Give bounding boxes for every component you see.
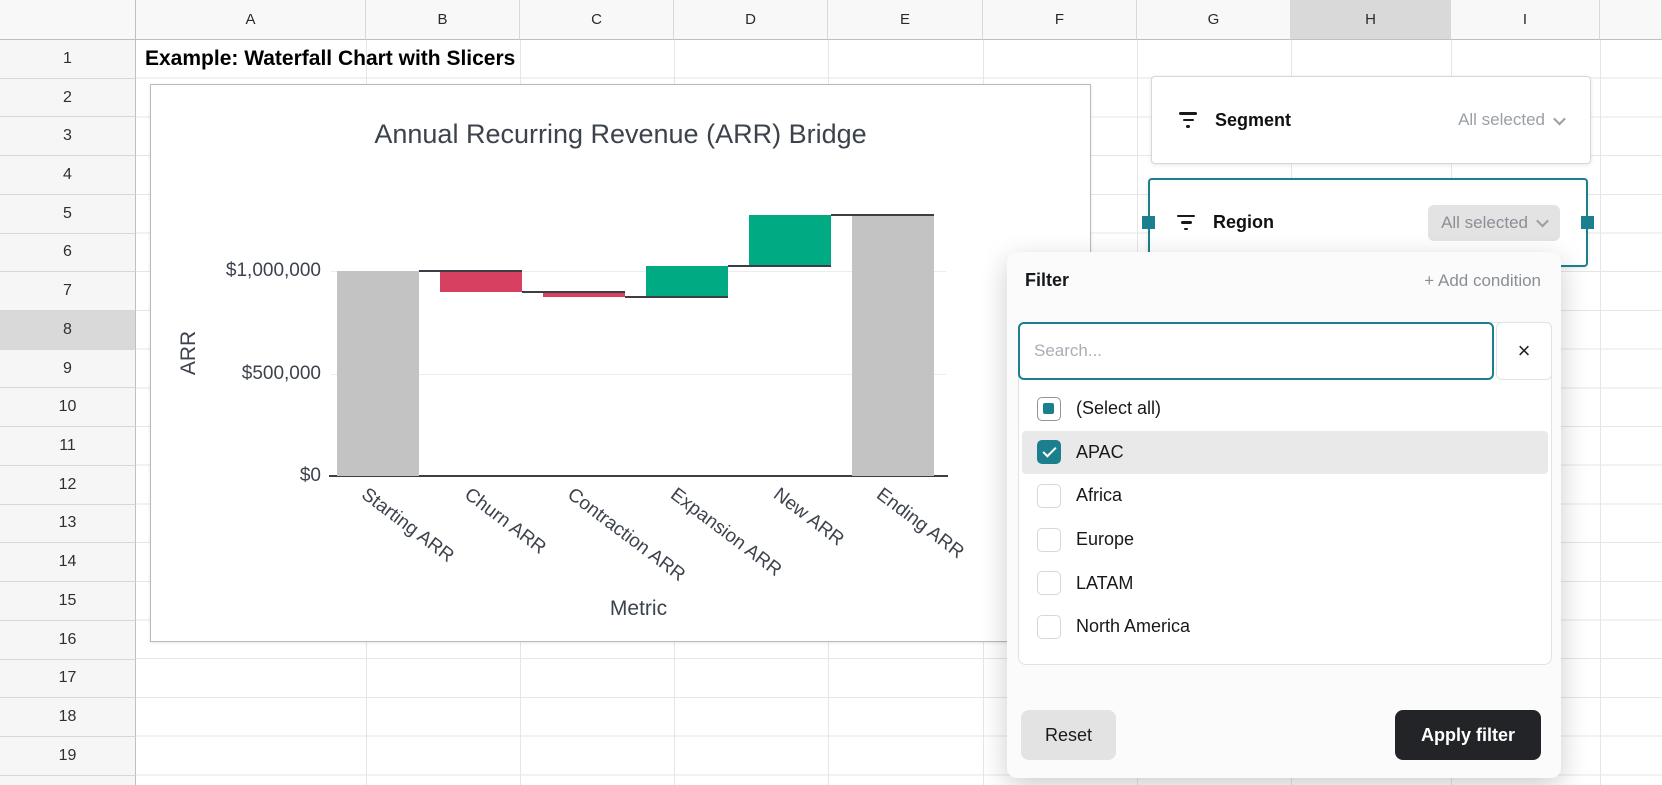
close-icon[interactable]: × [1496, 322, 1552, 380]
checkbox-unchecked[interactable] [1037, 571, 1061, 595]
row-header-4[interactable]: 4 [0, 156, 136, 195]
filter-option-africa[interactable]: Africa [1022, 474, 1548, 518]
slicer-segment[interactable]: Segment All selected [1151, 76, 1591, 164]
row-header-19[interactable]: 19 [0, 737, 136, 776]
sheet-corner[interactable] [0, 0, 136, 40]
row-header-1[interactable]: 1 [0, 40, 136, 79]
apply-filter-button[interactable]: Apply filter [1395, 710, 1541, 760]
y-tick-label: $500,000 [151, 363, 321, 385]
column-header-E[interactable]: E [828, 0, 983, 40]
column-header-F[interactable]: F [983, 0, 1137, 40]
slicer-resize-handle-right[interactable] [1581, 216, 1594, 229]
row-header-10[interactable]: 10 [0, 388, 136, 427]
row-header-6[interactable]: 6 [0, 234, 136, 273]
chevron-down-icon[interactable] [1536, 215, 1549, 228]
column-header-B[interactable]: B [366, 0, 520, 40]
checkbox-unchecked[interactable] [1037, 528, 1061, 552]
x-tick-label: Starting ARR [357, 484, 458, 568]
reset-button[interactable]: Reset [1021, 710, 1116, 760]
column-header-A[interactable]: A [136, 0, 366, 40]
slicer-region-label: Region [1213, 212, 1274, 233]
row-header-5[interactable]: 5 [0, 195, 136, 234]
slicer-region-value: All selected [1441, 213, 1528, 233]
search-input[interactable] [1018, 322, 1494, 380]
row-header-3[interactable]: 3 [0, 117, 136, 156]
slicer-segment-label: Segment [1215, 110, 1291, 131]
filter-option-label: APAC [1076, 442, 1124, 463]
waterfall-bar-total[interactable] [337, 271, 419, 476]
column-header-D[interactable]: D [674, 0, 828, 40]
y-tick-label: $1,000,000 [151, 260, 321, 282]
row-header-20[interactable]: 20 [0, 776, 136, 785]
checkbox-unchecked[interactable] [1037, 615, 1061, 639]
cell-a1-text: Example: Waterfall Chart with Slicers [145, 47, 515, 71]
waterfall-connector [419, 270, 522, 272]
filter-option-latam[interactable]: LATAM [1022, 561, 1548, 605]
column-header-C[interactable]: C [520, 0, 674, 40]
row-header-7[interactable]: 7 [0, 272, 136, 311]
filter-popup-header: Filter + Add condition [1025, 270, 1541, 291]
waterfall-connector [831, 214, 934, 216]
row-header-9[interactable]: 9 [0, 350, 136, 389]
filter-option-apac[interactable]: APAC [1022, 431, 1548, 475]
row-header-17[interactable]: 17 [0, 660, 136, 699]
slicer-segment-value-dropdown[interactable]: All selected [1458, 110, 1564, 130]
slicer-resize-handle-left[interactable] [1142, 216, 1155, 229]
row-header-18[interactable]: 18 [0, 698, 136, 737]
waterfall-bar-increase[interactable] [749, 215, 831, 266]
waterfall-connector [728, 265, 831, 267]
filter-lines-icon [1176, 215, 1196, 231]
filter-options-list: (Select all) APAC Africa Europe LATAM North A… [1022, 387, 1548, 649]
waterfall-connector [625, 296, 728, 298]
filter-option-label: Africa [1076, 485, 1122, 506]
y-tick-label: $0 [151, 465, 321, 487]
row-header-16[interactable]: 16 [0, 621, 136, 660]
filter-list-card: × (Select all) APAC Africa Europe LATAM North… [1018, 322, 1552, 665]
waterfall-bar-total[interactable] [852, 215, 934, 476]
chevron-down-icon[interactable] [1553, 112, 1566, 125]
checkbox-unchecked[interactable] [1037, 484, 1061, 508]
column-header-I[interactable]: I [1451, 0, 1600, 40]
filter-option-label: Europe [1076, 529, 1134, 550]
waterfall-bar-increase[interactable] [646, 266, 728, 297]
filter-option-europe[interactable]: Europe [1022, 518, 1548, 562]
filter-lines-icon [1178, 112, 1198, 128]
slicer-segment-value: All selected [1458, 110, 1545, 130]
checkbox-checked[interactable] [1037, 440, 1061, 464]
column-header-H[interactable]: H [1291, 0, 1451, 40]
row-header-13[interactable]: 13 [0, 505, 136, 544]
row-header-8[interactable]: 8 [0, 311, 136, 350]
filter-option-selectall[interactable]: (Select all) [1022, 387, 1548, 431]
row-header-11[interactable]: 11 [0, 427, 136, 466]
waterfall-bar-decrease[interactable] [440, 271, 522, 292]
waterfall-chart-card[interactable]: Annual Recurring Revenue (ARR) Bridge AR… [150, 84, 1091, 642]
grid-vline [1600, 40, 1601, 785]
row-header-15[interactable]: 15 [0, 582, 136, 621]
checkbox-indeterminate[interactable] [1037, 397, 1061, 421]
row-header-14[interactable]: 14 [0, 543, 136, 582]
filter-option-label: (Select all) [1076, 398, 1161, 419]
filter-popup: Filter + Add condition × (Select all) APA… [1007, 252, 1561, 778]
spreadsheet-app: ABCDEFGHI 123456789101112131415161718192… [0, 0, 1662, 785]
row-header-12[interactable]: 12 [0, 466, 136, 505]
search-row: × [1018, 322, 1552, 380]
filter-option-northamerica[interactable]: North America [1022, 605, 1548, 649]
slicer-region-value-dropdown[interactable]: All selected [1428, 205, 1560, 241]
x-tick-label: New ARR [769, 484, 848, 551]
x-tick-label: Churn ARR [460, 484, 550, 559]
chart-title: Annual Recurring Revenue (ARR) Bridge [151, 119, 1090, 150]
column-header-extra[interactable] [1600, 0, 1662, 40]
filter-popup-footer: Reset Apply filter [1021, 710, 1541, 760]
add-condition-button[interactable]: + Add condition [1424, 271, 1541, 291]
x-axis-label: Metric [331, 597, 946, 621]
filter-option-label: North America [1076, 616, 1190, 637]
column-header-G[interactable]: G [1137, 0, 1291, 40]
filter-popup-title: Filter [1025, 270, 1069, 291]
row-header-2[interactable]: 2 [0, 79, 136, 118]
filter-option-label: LATAM [1076, 573, 1133, 594]
waterfall-connector [522, 291, 625, 293]
x-tick-label: Ending ARR [872, 484, 968, 564]
